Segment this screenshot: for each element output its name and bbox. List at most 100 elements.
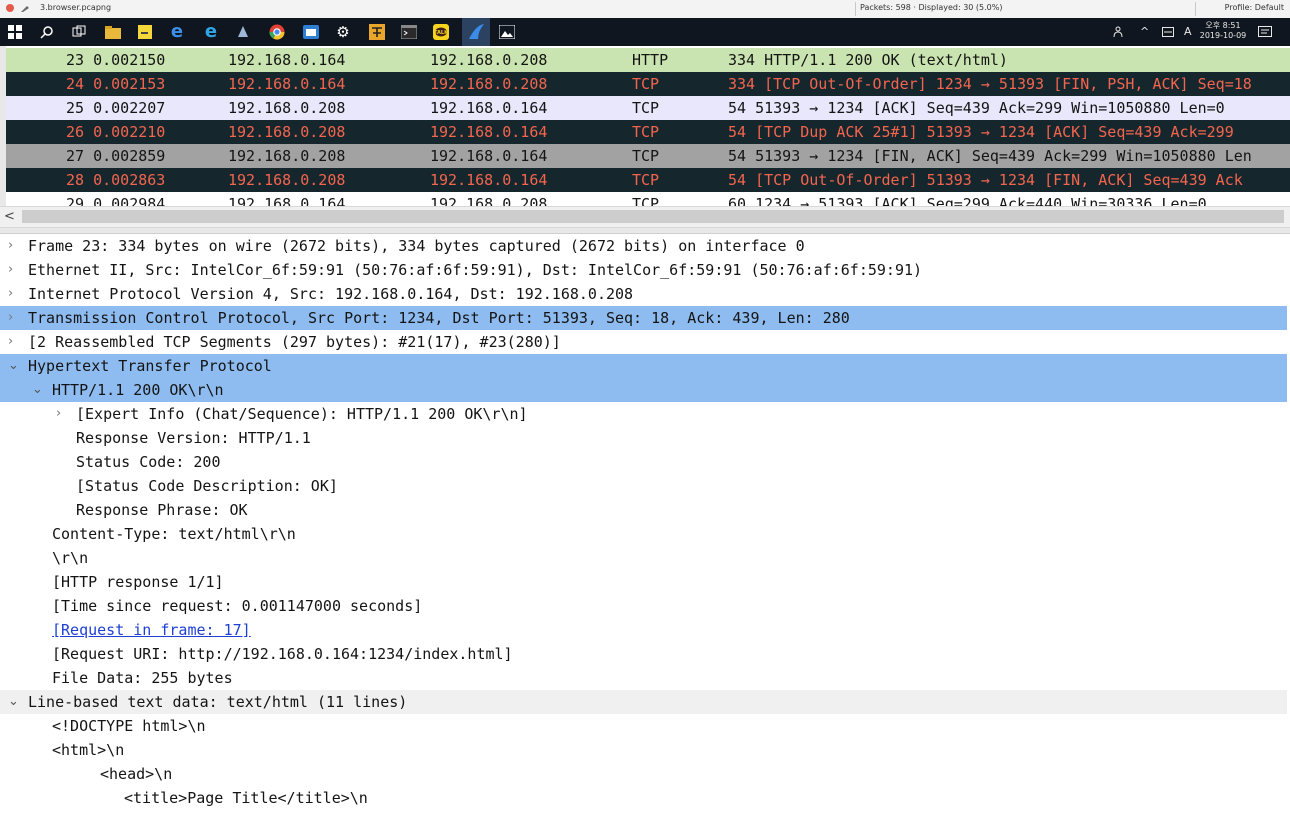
keyboard-icon[interactable] <box>1162 18 1174 46</box>
packet-number: 27 <box>66 147 85 165</box>
window-app-icon[interactable] <box>302 23 320 41</box>
wireshark-icon[interactable] <box>462 18 490 46</box>
collapsed-chevron-icon[interactable]: › <box>8 282 13 306</box>
search-icon[interactable] <box>38 23 56 41</box>
detail-tree-row[interactable]: Response Version: HTTP/1.1 <box>0 426 1287 450</box>
internet-explorer-icon[interactable]: e <box>202 23 220 41</box>
packet-row[interactable]: 27 0.002859 192.168.0.208 192.168.0.164 TCP… <box>6 144 1290 168</box>
detail-tree-row[interactable]: Content-Type: text/html\r\n <box>0 522 1287 546</box>
file-explorer-icon[interactable] <box>104 23 122 41</box>
detail-tree-row[interactable]: <!DOCTYPE html>\n <box>0 714 1287 738</box>
detail-tree-row[interactable]: › [Expert Info (Chat/Sequence): HTTP/1.1 … <box>0 402 1287 426</box>
detail-tree-row[interactable]: <html>\n <box>0 738 1287 762</box>
detail-tree-row[interactable]: ⌄ Line-based text data: text/html (11 lin… <box>0 690 1287 714</box>
detail-tree-row[interactable]: ⌄ HTTP/1.1 200 OK\r\n <box>0 378 1287 402</box>
scroll-left-icon[interactable]: < <box>4 207 15 227</box>
packet-time: 0.002210 <box>93 123 166 141</box>
settings-icon[interactable]: ⚙ <box>334 23 352 41</box>
request-frame-link[interactable]: [Request in frame: 17] <box>52 618 251 642</box>
packet-time: 0.002859 <box>93 147 166 165</box>
edge-icon[interactable]: e <box>168 23 186 41</box>
collapsed-chevron-icon[interactable]: › <box>56 402 61 426</box>
scrollbar-thumb[interactable] <box>22 210 1284 223</box>
packet-row[interactable]: 29 0.002984 192.168.0.164 192.168.0.208 TCP… <box>6 192 1290 206</box>
packet-number: 26 <box>66 123 85 141</box>
packet-row[interactable]: 26 0.002210 192.168.0.208 192.168.0.164 TCP… <box>6 120 1290 144</box>
detail-tree-row[interactable]: › Frame 23: 334 bytes on wire (2672 bits)… <box>0 234 1287 258</box>
packet-details-pane[interactable]: › Frame 23: 334 bytes on wire (2672 bits)… <box>0 234 1290 815</box>
system-clock[interactable]: 오후 8:51 2019-10-09 <box>1198 21 1248 41</box>
detail-tree-row[interactable]: [Time since request: 0.001147000 seconds… <box>0 594 1287 618</box>
detail-text: Frame 23: 334 bytes on wire (2672 bits),… <box>28 237 805 255</box>
detail-tree-row[interactable]: Status Code: 200 <box>0 450 1287 474</box>
detail-tree-row[interactable]: \r\n <box>0 546 1287 570</box>
detail-tree-row[interactable]: [Request URI: http://192.168.0.164:1234/… <box>0 642 1287 666</box>
detail-text: [Request URI: http://192.168.0.164:1234/… <box>52 645 513 663</box>
packet-no-time: 24 0.002153 <box>66 72 165 96</box>
collapsed-chevron-icon[interactable]: › <box>8 258 13 282</box>
profile-status[interactable]: Profile: Default <box>1225 3 1284 12</box>
input-language-indicator[interactable]: A <box>1184 18 1192 46</box>
expanded-chevron-icon[interactable]: ⌄ <box>8 690 19 714</box>
horizontal-scrollbar[interactable]: < <box>0 206 1290 228</box>
terminal-icon[interactable] <box>400 23 418 41</box>
notification-icon[interactable] <box>1258 18 1272 46</box>
packet-row[interactable]: 28 0.002863 192.168.0.208 192.168.0.164 TCP… <box>6 168 1290 192</box>
collapsed-chevron-icon[interactable]: › <box>8 306 13 330</box>
packet-destination: 192.168.0.164 <box>430 123 548 141</box>
kakaotalk-icon[interactable]: TALK <box>432 23 450 41</box>
packet-row[interactable]: 24 0.002153 192.168.0.164 192.168.0.208 TCP… <box>6 72 1290 96</box>
packet-source: 192.168.0.164 <box>228 51 346 69</box>
app-icon[interactable] <box>234 23 252 41</box>
chrome-icon[interactable] <box>268 23 286 41</box>
detail-tree-row[interactable]: › Transmission Control Protocol, Src Port… <box>0 306 1287 330</box>
packet-number: 29 <box>66 195 85 206</box>
packet-number: 28 <box>66 171 85 189</box>
chevron-up-icon[interactable]: ^ <box>1140 18 1149 46</box>
packet-time: 0.002153 <box>93 75 166 93</box>
detail-tree-row[interactable]: ⌄ Hypertext Transfer Protocol <box>0 354 1287 378</box>
packet-list-pane[interactable]: 23 0.002150 192.168.0.164 192.168.0.208 HTT… <box>0 46 1290 206</box>
windows-start-icon[interactable] <box>6 23 24 41</box>
detail-tree-row[interactable]: › [2 Reassembled TCP Segments (297 bytes)… <box>0 330 1287 354</box>
packet-row[interactable]: 23 0.002150 192.168.0.164 192.168.0.208 HTT… <box>6 48 1290 72</box>
packet-row[interactable]: 25 0.002207 192.168.0.208 192.168.0.164 TCP… <box>6 96 1290 120</box>
expanded-chevron-icon[interactable]: ⌄ <box>32 378 43 402</box>
packet-time: 0.002207 <box>93 99 166 117</box>
detail-text: <head>\n <box>100 765 173 783</box>
packet-info: 60 1234 → 51393 [ACK] Seq=299 Ack=440 Wi… <box>728 195 1207 206</box>
detail-tree-row[interactable]: <title>Page Title</title>\n <box>0 786 1287 810</box>
network-app-icon[interactable] <box>368 23 386 41</box>
clock-time: 오후 8:51 <box>1205 21 1241 30</box>
packet-time: 0.002863 <box>93 171 166 189</box>
edit-icon[interactable] <box>20 3 30 13</box>
expanded-chevron-icon[interactable]: ⌄ <box>8 354 19 378</box>
packet-number: 23 <box>66 51 85 69</box>
packet-number: 25 <box>66 99 85 117</box>
packet-time: 0.002984 <box>93 195 166 206</box>
photos-icon[interactable] <box>498 23 516 41</box>
packet-number: 24 <box>66 75 85 93</box>
detail-tree-row[interactable]: [HTTP response 1/1] <box>0 570 1287 594</box>
clock-date: 2019-10-09 <box>1199 31 1247 40</box>
detail-tree-row[interactable]: File Data: 255 bytes <box>0 666 1287 690</box>
sticky-notes-icon[interactable] <box>136 23 154 41</box>
detail-text: Response Version: HTTP/1.1 <box>76 429 311 447</box>
detail-text: [2 Reassembled TCP Segments (297 bytes):… <box>28 333 561 351</box>
detail-tree-row[interactable]: › Internet Protocol Version 4, Src: 192.1… <box>0 282 1287 306</box>
collapsed-chevron-icon[interactable]: › <box>8 234 13 258</box>
packet-no-time: 25 0.002207 <box>66 96 165 120</box>
detail-tree-row[interactable]: Response Phrase: OK <box>0 498 1287 522</box>
packet-no-time: 28 0.002863 <box>66 168 165 192</box>
detail-text: Ethernet II, Src: IntelCor_6f:59:91 (50:… <box>28 261 923 279</box>
detail-tree-row[interactable]: [Status Code Description: OK] <box>0 474 1287 498</box>
packet-protocol: TCP <box>632 75 660 93</box>
collapsed-chevron-icon[interactable]: › <box>8 330 13 354</box>
detail-tree-row[interactable]: › Ethernet II, Src: IntelCor_6f:59:91 (50… <box>0 258 1287 282</box>
packet-no-time: 27 0.002859 <box>66 144 165 168</box>
detail-tree-row[interactable]: [Request in frame: 17] <box>0 618 1287 642</box>
people-icon[interactable] <box>1112 18 1124 46</box>
detail-text: [Time since request: 0.001147000 seconds… <box>52 597 423 615</box>
detail-tree-row[interactable]: <head>\n <box>0 762 1287 786</box>
task-view-icon[interactable] <box>70 23 88 41</box>
